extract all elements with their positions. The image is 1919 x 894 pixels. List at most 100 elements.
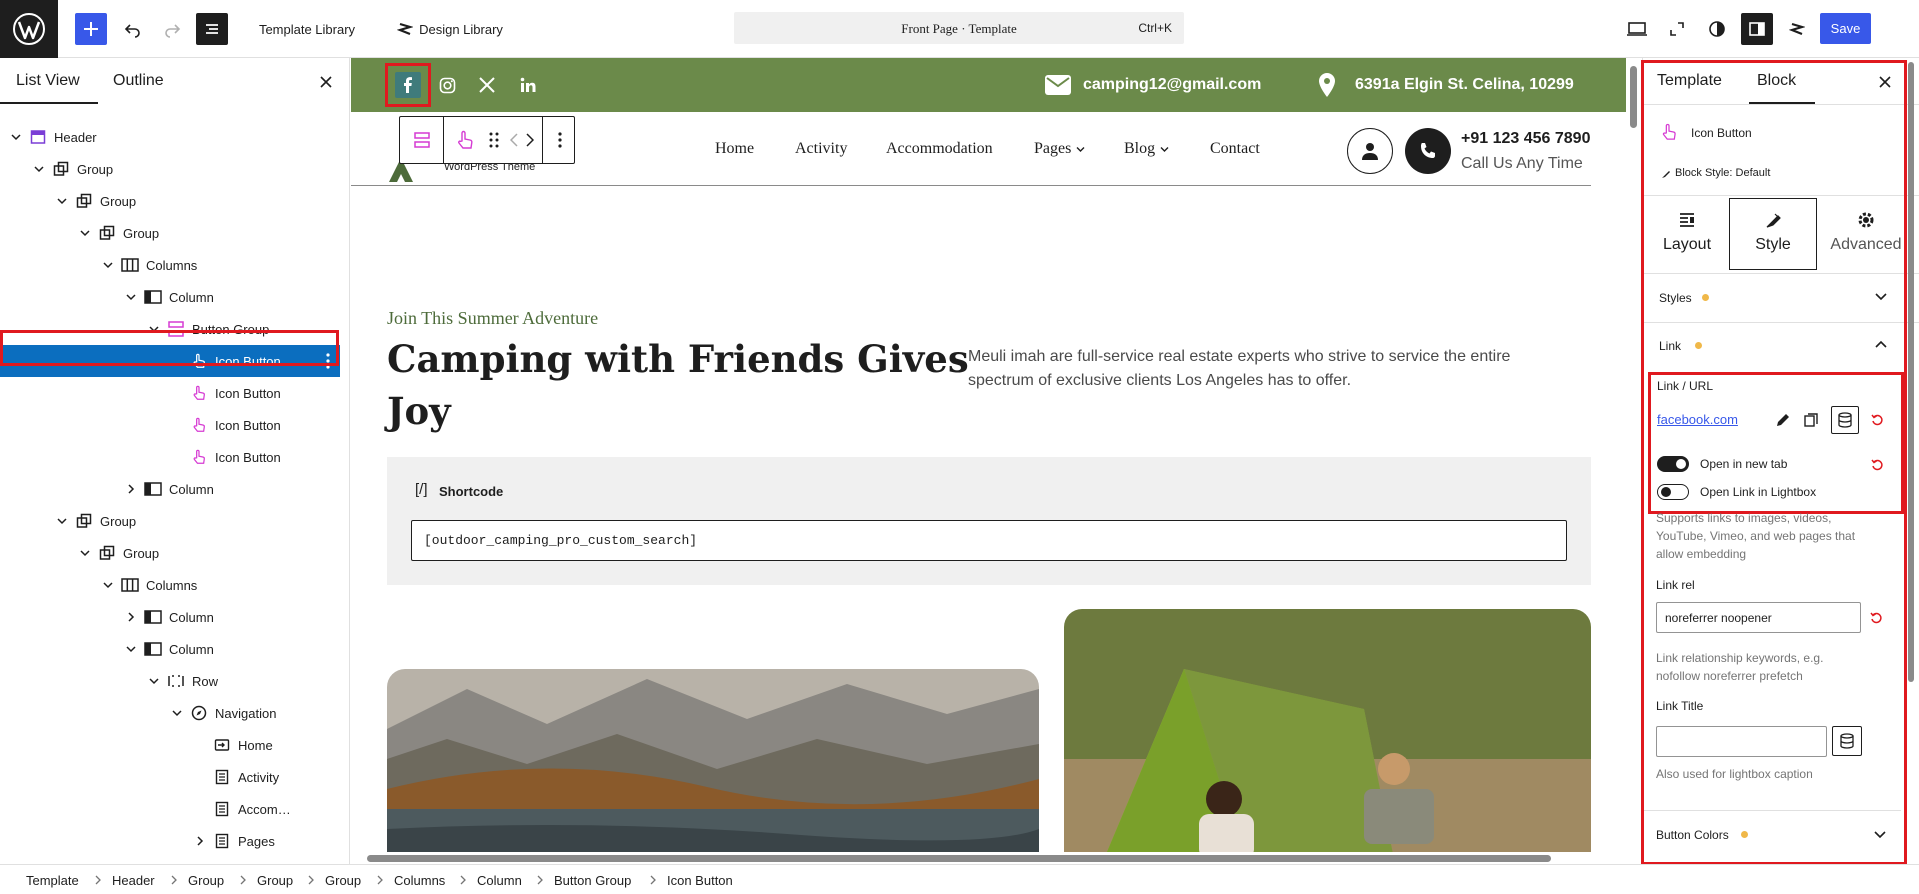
command-palette-bar[interactable]: Front Page · Template Ctrl+K <box>734 12 1184 44</box>
breadcrumb-group[interactable]: Group <box>257 873 293 888</box>
dynamic-content-button[interactable] <box>1831 406 1859 434</box>
chevron-down-icon[interactable] <box>169 705 185 721</box>
block-style-selector[interactable]: Block Style: Default <box>1675 167 1770 179</box>
breadcrumb-button-group[interactable]: Button Group <box>554 873 631 888</box>
header-email[interactable]: camping12@gmail.com <box>1083 76 1261 94</box>
tree-item-blog[interactable]: Blog <box>0 857 340 864</box>
chevron-down-icon[interactable] <box>146 673 162 689</box>
breadcrumb-template[interactable]: Template <box>26 873 79 888</box>
edit-link-button[interactable] <box>1771 408 1795 432</box>
tree-item-navigation[interactable]: Navigation <box>0 697 340 729</box>
nav-item-activity[interactable]: Activity <box>795 140 847 158</box>
tree-item-column[interactable]: Column <box>0 633 340 665</box>
link-section-toggle[interactable]: Link <box>1643 323 1919 367</box>
tree-item-column[interactable]: Column <box>0 281 340 313</box>
reset-rel-button[interactable] <box>1868 610 1884 626</box>
horizontal-scroll-thumb[interactable] <box>367 855 1551 862</box>
tree-item-button-group[interactable]: Button Group <box>0 313 340 345</box>
settings-scrollbar[interactable] <box>1906 62 1916 682</box>
breadcrumb-icon-button[interactable]: Icon Button <box>667 873 733 888</box>
subtab-style[interactable]: Style <box>1729 198 1817 270</box>
zoom-out-button[interactable] <box>1662 13 1692 45</box>
reset-link-button[interactable] <box>1869 412 1885 428</box>
phone-icon-button[interactable] <box>1405 128 1451 174</box>
canvas-horizontal-scrollbar[interactable] <box>351 852 1626 864</box>
nav-item-blog[interactable]: Blog <box>1124 140 1169 158</box>
x-twitter-icon-button[interactable] <box>475 73 499 97</box>
canvas-vertical-scrollbar[interactable] <box>1626 58 1642 852</box>
tree-item-icon-button[interactable]: Icon Button <box>0 409 340 441</box>
subtab-layout[interactable]: Layout <box>1649 203 1725 273</box>
tree-item-activity[interactable]: Activity <box>0 761 340 793</box>
chevron-down-icon[interactable] <box>100 577 116 593</box>
link-title-input[interactable] <box>1656 726 1827 757</box>
block-type-button[interactable] <box>450 125 480 155</box>
design-library-button[interactable]: Design Library <box>390 13 510 45</box>
shortcode-block[interactable]: [/] Shortcode [outdoor_camping_pro_custo… <box>387 457 1591 585</box>
breadcrumb-header[interactable]: Header <box>112 873 155 888</box>
chevron-down-icon[interactable] <box>123 641 139 657</box>
editor-canvas[interactable]: camping12@gmail.com 6391a Elgin St. Celi… <box>351 58 1626 852</box>
tab-list-view[interactable]: List View <box>16 72 80 90</box>
reset-new-tab-button[interactable] <box>1869 457 1885 473</box>
tree-item-group[interactable]: Group <box>0 505 340 537</box>
chevron-right-icon[interactable] <box>192 833 208 849</box>
account-icon-button[interactable] <box>1347 128 1393 174</box>
tree-item-columns[interactable]: Columns <box>0 249 340 281</box>
undo-button[interactable] <box>118 13 148 45</box>
settings-sidebar-button[interactable] <box>1741 13 1773 45</box>
breadcrumb-column[interactable]: Column <box>477 873 522 888</box>
settings-scroll-thumb[interactable] <box>1908 62 1914 682</box>
preview-device-button[interactable] <box>1622 13 1652 45</box>
link-url-value[interactable]: facebook.com <box>1657 412 1738 427</box>
open-new-tab-toggle[interactable] <box>1657 456 1689 472</box>
tree-item-icon-button[interactable]: Icon Button <box>0 345 340 377</box>
block-options-button[interactable] <box>546 125 574 155</box>
nav-item-pages[interactable]: Pages <box>1034 140 1085 158</box>
tab-block[interactable]: Block <box>1757 72 1796 90</box>
chevron-right-icon[interactable] <box>123 609 139 625</box>
chevron-down-icon[interactable] <box>8 129 24 145</box>
nav-item-home[interactable]: Home <box>715 140 754 158</box>
vertical-scroll-thumb[interactable] <box>1630 66 1637 128</box>
tree-item-group[interactable]: Group <box>0 185 340 217</box>
move-right-button[interactable] <box>522 125 538 155</box>
tab-template[interactable]: Template <box>1657 72 1722 90</box>
tree-item-pages[interactable]: Pages <box>0 825 340 857</box>
shortcode-input[interactable]: [outdoor_camping_pro_custom_search] <box>411 520 1567 561</box>
chevron-down-icon[interactable] <box>77 225 93 241</box>
parent-block-button[interactable] <box>400 117 444 163</box>
chevron-down-icon[interactable] <box>54 513 70 529</box>
close-list-view-button[interactable] <box>316 72 336 92</box>
tree-item-home[interactable]: Home <box>0 729 340 761</box>
tree-item-column[interactable]: Column <box>0 473 340 505</box>
close-settings-button[interactable] <box>1875 72 1895 92</box>
breadcrumb-group[interactable]: Group <box>325 873 361 888</box>
add-block-button[interactable] <box>75 13 107 45</box>
tree-item-columns[interactable]: Columns <box>0 569 340 601</box>
document-overview-button[interactable] <box>196 13 228 45</box>
link-rel-input[interactable]: noreferrer noopener <box>1656 602 1861 633</box>
tree-item-group[interactable]: Group <box>0 217 340 249</box>
stackable-button[interactable] <box>1782 13 1812 45</box>
style-button[interactable] <box>1702 13 1732 45</box>
tree-item-icon-button[interactable]: Icon Button <box>0 441 340 473</box>
chevron-down-icon[interactable] <box>123 289 139 305</box>
nav-item-contact[interactable]: Contact <box>1210 140 1260 158</box>
tree-item-column[interactable]: Column <box>0 601 340 633</box>
drag-handle[interactable] <box>482 125 506 155</box>
lightbox-toggle[interactable] <box>1657 484 1689 500</box>
linkedin-icon-button[interactable] <box>516 73 540 97</box>
more-vertical-icon[interactable] <box>326 353 330 372</box>
template-library-button[interactable]: Template Library <box>252 13 362 45</box>
chevron-down-icon[interactable] <box>54 193 70 209</box>
subtab-advanced[interactable]: Advanced <box>1821 203 1911 273</box>
tree-item-icon-button[interactable]: Icon Button <box>0 377 340 409</box>
chevron-down-icon[interactable] <box>31 161 47 177</box>
nav-item-accommodation[interactable]: Accommodation <box>886 140 993 158</box>
chevron-down-icon[interactable] <box>146 321 162 337</box>
tree-item-accom[interactable]: Accom… <box>0 793 340 825</box>
tree-item-group[interactable]: Group <box>0 153 340 185</box>
save-button[interactable]: Save <box>1820 13 1871 44</box>
wordpress-logo-button[interactable] <box>0 0 58 58</box>
